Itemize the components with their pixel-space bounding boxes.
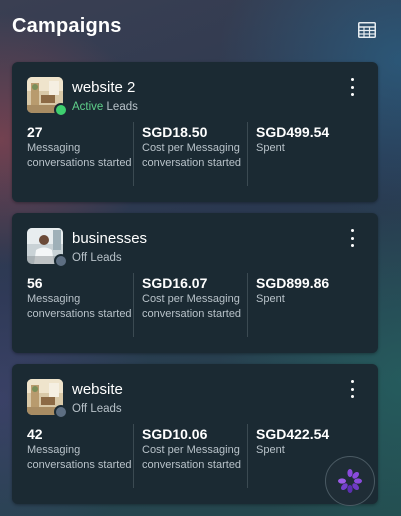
more-vertical-icon — [350, 78, 354, 81]
metric-cost-per-conversation: SGD18.50 Cost per Messaging conversation… — [133, 122, 250, 186]
campaign-name[interactable]: website 2 — [72, 79, 135, 96]
more-options-button[interactable] — [346, 380, 358, 398]
metric-value: SGD18.50 — [142, 124, 208, 140]
more-vertical-icon — [350, 229, 354, 232]
page-title: Campaigns — [12, 15, 122, 37]
campaign-card[interactable]: website 2 Active Leads 27 Messaging conv… — [12, 62, 378, 202]
campaign-status-line: Off Leads — [72, 403, 122, 415]
campaign-objective: Leads — [106, 101, 138, 113]
metric-value: SGD16.07 — [142, 275, 208, 291]
metric-value: SGD899.86 — [256, 275, 330, 291]
ai-assistant-button[interactable] — [325, 456, 375, 506]
campaign-card[interactable]: businesses Off Leads 56 Messaging conver… — [12, 213, 378, 353]
metric-value: 42 — [27, 426, 43, 442]
metric-cost-per-conversation: SGD16.07 Cost per Messaging conversation… — [133, 273, 250, 337]
metric-spent: SGD499.54 Spent — [247, 122, 364, 186]
campaign-status: Off — [72, 403, 88, 415]
metric-label: Messaging conversations started — [27, 444, 132, 471]
metric-label: Spent — [256, 293, 285, 305]
metric-value: SGD422.54 — [256, 426, 330, 442]
table-view-button[interactable] — [356, 19, 378, 41]
metric-value: 27 — [27, 124, 43, 140]
more-vertical-icon — [350, 380, 354, 383]
campaign-status-line: Off Leads — [72, 252, 122, 264]
metric-label: Messaging conversations started — [27, 142, 132, 169]
campaign-objective: Leads — [90, 252, 122, 264]
table-grid-icon — [358, 22, 376, 38]
campaign-status: Active — [72, 101, 104, 113]
campaign-name[interactable]: businesses — [72, 230, 147, 247]
campaign-status: Off — [72, 252, 88, 264]
campaign-card[interactable]: website Off Leads 42 Messaging conversat… — [12, 364, 378, 504]
metric-conversations: 42 Messaging conversations started — [27, 424, 135, 473]
status-indicator — [54, 405, 68, 419]
metric-cost-per-conversation: SGD10.06 Cost per Messaging conversation… — [133, 424, 250, 488]
metric-conversations: 27 Messaging conversations started — [27, 122, 135, 171]
campaign-name[interactable]: website — [72, 381, 123, 398]
campaign-objective: Leads — [90, 403, 122, 415]
more-options-button[interactable] — [346, 78, 358, 96]
more-options-button[interactable] — [346, 229, 358, 247]
metric-conversations: 56 Messaging conversations started — [27, 273, 135, 322]
metric-value: SGD10.06 — [142, 426, 208, 442]
metric-label: Cost per Messaging conversation started — [142, 293, 242, 320]
status-indicator — [54, 254, 68, 268]
metric-value: SGD499.54 — [256, 124, 330, 140]
metric-label: Messaging conversations started — [27, 293, 132, 320]
metric-value: 56 — [27, 275, 43, 291]
campaign-status-line: Active Leads — [72, 101, 138, 113]
status-indicator — [54, 103, 68, 117]
metric-label: Cost per Messaging conversation started — [142, 142, 242, 169]
ai-assistant-icon — [338, 469, 362, 493]
metric-spent: SGD899.86 Spent — [247, 273, 364, 337]
metric-label: Spent — [256, 142, 285, 154]
metric-label: Cost per Messaging conversation started — [142, 444, 242, 471]
header: Campaigns — [0, 0, 401, 58]
